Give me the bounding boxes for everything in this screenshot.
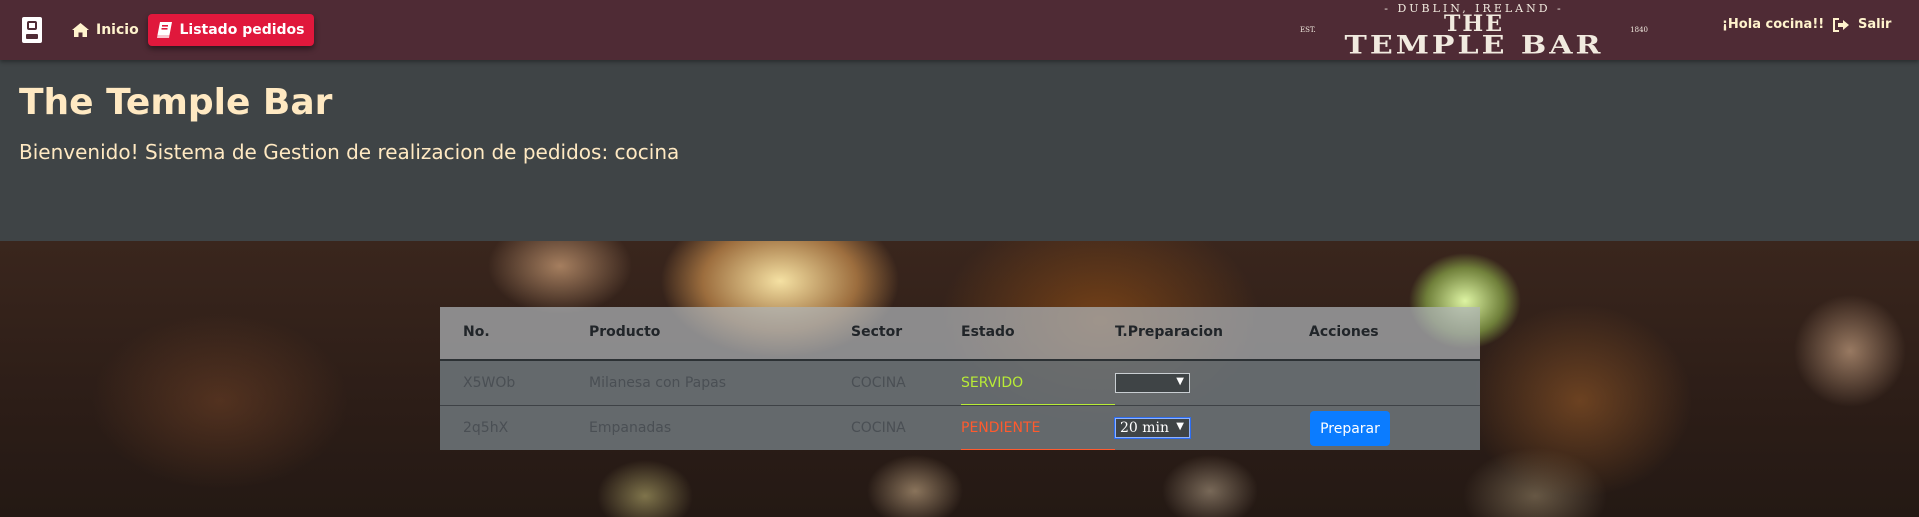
page-subtitle: Bienvenido! Sistema de Gestion de realiz… [19,140,680,164]
sign-out-icon [1833,17,1850,32]
home-icon [72,23,89,37]
chevron-down-icon: ▼ [1176,421,1184,432]
navbar: Inicio Listado pedidos - DUBLIN, IRELAND… [0,0,1919,60]
cell-producto: Milanesa con Papas [589,375,726,391]
cell-sector: COCINA [851,375,906,391]
temple-bar-logo: - DUBLIN, IRELAND - EST. THE 1840 TEMPLE… [1290,3,1658,61]
cell-no: 2q5hX [463,420,509,436]
column-header-acciones: Acciones [1309,324,1379,340]
preparation-time-select[interactable]: ▼ [1115,373,1190,393]
door-icon[interactable] [22,17,42,43]
status-badge: PENDIENTE [961,420,1041,436]
cell-no: X5WOb [463,375,516,391]
column-header-no: No. [463,324,490,340]
status-underline [961,449,1115,450]
column-header-sector: Sector [851,324,903,340]
nav-listado-label: Listado pedidos [179,22,305,38]
nav-inicio[interactable]: Inicio [72,15,139,45]
column-header-producto: Producto [589,324,661,340]
salir-link[interactable]: Salir [1833,17,1891,32]
table-row: 2q5hX Empanadas COCINA PENDIENTE 20 min … [440,406,1480,450]
book-icon [157,22,173,38]
cell-producto: Empanadas [589,420,672,436]
logo-name: TEMPLE BAR [1344,30,1604,61]
orders-table: No. Producto Sector Estado T.Preparacion… [440,307,1480,450]
greeting: ¡Hola cocina!! [1722,17,1825,32]
salir-label: Salir [1858,17,1892,32]
nav-inicio-label: Inicio [96,22,139,38]
page-header: The Temple Bar Bienvenido! Sistema de Ge… [0,60,1919,241]
column-header-estado: Estado [961,324,1015,340]
preparation-time-select[interactable]: 20 min ▼ [1115,418,1190,438]
cell-sector: COCINA [851,420,906,436]
chevron-down-icon: ▼ [1176,376,1184,387]
preparar-button[interactable]: Preparar [1310,411,1390,446]
column-header-tpreparacion: T.Preparacion [1115,324,1223,340]
preparation-time-value: 20 min [1120,420,1170,436]
status-badge: SERVIDO [961,375,1024,391]
table-row: X5WOb Milanesa con Papas COCINA SERVIDO … [440,361,1480,405]
page-title: The Temple Bar [19,82,333,123]
nav-listado-pedidos[interactable]: Listado pedidos [148,14,314,46]
